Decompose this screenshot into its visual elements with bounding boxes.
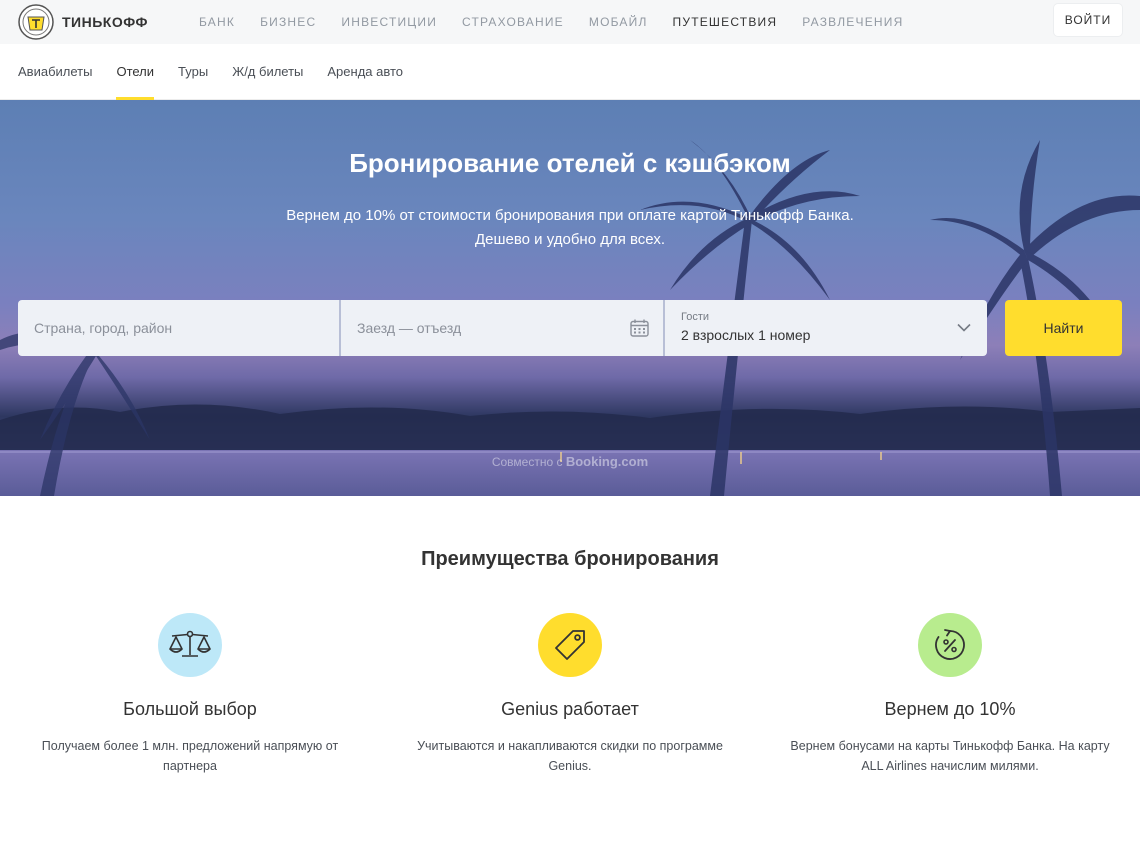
guests-value: 2 взрослых 1 номер xyxy=(681,327,811,343)
benefit-title: Вернем до 10% xyxy=(884,699,1016,719)
hotel-search-form: Гости 2 взрослых 1 номер Найти xyxy=(18,300,1122,356)
find-button[interactable]: Найти xyxy=(1005,300,1122,356)
benefit-title: Большой выбор xyxy=(123,699,257,719)
brand-logo[interactable]: ТИНЬКОФФ xyxy=(18,4,178,40)
percent-refresh-icon xyxy=(935,629,965,660)
tinkoff-emblem-icon xyxy=(18,4,54,40)
topnav-item-travel[interactable]: ПУТЕШЕСТВИЯ xyxy=(673,0,778,44)
partner-credit: Совместно с Booking.com xyxy=(0,454,1140,469)
calendar-icon[interactable] xyxy=(630,319,649,337)
brand-name: ТИНЬКОФФ xyxy=(62,14,148,30)
benefit-icon-bg xyxy=(158,613,222,677)
benefit-text: Учитываются и накапливаются скидки по пр… xyxy=(417,739,723,773)
login-button[interactable]: ВОЙТИ xyxy=(1054,4,1122,36)
top-bar: ТИНЬКОФФ БАНК БИЗНЕС ИНВЕСТИЦИИ СТРАХОВА… xyxy=(0,0,1140,44)
subnav-item-car-rental[interactable]: Аренда авто xyxy=(327,44,403,100)
hero-title: Бронирование отелей с кэшбэком xyxy=(349,148,791,178)
benefit-icon-bg xyxy=(538,613,602,677)
partner-name: Booking.com xyxy=(565,454,649,469)
dates-input[interactable] xyxy=(341,300,663,356)
hero-banner: Бронирование отелей с кэшбэком Вернем до… xyxy=(0,100,1140,496)
travel-subnav: Авиабилеты Отели Туры Ж/д билеты Аренда … xyxy=(0,44,1140,100)
topnav-item-insurance[interactable]: СТРАХОВАНИЕ xyxy=(462,0,564,44)
top-nav: БАНК БИЗНЕС ИНВЕСТИЦИИ СТРАХОВАНИЕ МОБАЙ… xyxy=(199,0,928,44)
hero-subtitle-line-1: Вернем до 10% от стоимости бронирования … xyxy=(286,207,854,224)
topnav-item-business[interactable]: БИЗНЕС xyxy=(260,0,316,44)
benefits-list: Большой выбор Получаем более 1 млн. пред… xyxy=(0,613,1140,776)
benefit-item: Genius работает Учитываются и накапливаю… xyxy=(380,613,760,776)
hero-subtitle-line-2: Дешево и удобно для всех. xyxy=(475,231,665,248)
chevron-down-icon[interactable] xyxy=(957,323,971,332)
benefits-title: Преимущества бронирования xyxy=(421,548,719,570)
topnav-item-mobile[interactable]: МОБАЙЛ xyxy=(589,0,648,44)
topnav-item-entertainment[interactable]: РАЗВЛЕЧЕНИЯ xyxy=(802,0,903,44)
topnav-item-bank[interactable]: БАНК xyxy=(199,0,235,44)
guests-label: Гости xyxy=(681,311,710,323)
subnav-item-trains[interactable]: Ж/д билеты xyxy=(232,44,303,100)
destination-field[interactable] xyxy=(18,300,341,356)
destination-input[interactable] xyxy=(18,300,339,356)
subnav-item-tours[interactable]: Туры xyxy=(178,44,208,100)
topnav-item-investments[interactable]: ИНВЕСТИЦИИ xyxy=(341,0,437,44)
partner-prefix: Совместно с xyxy=(491,455,563,469)
benefit-title: Genius работает xyxy=(501,699,639,719)
scales-icon xyxy=(169,630,211,657)
benefit-icon-bg xyxy=(918,613,982,677)
guests-select[interactable]: Гости 2 взрослых 1 номер xyxy=(665,300,987,356)
benefit-item: Большой выбор Получаем более 1 млн. пред… xyxy=(0,613,380,776)
subnav-item-hotels[interactable]: Отели xyxy=(116,44,154,100)
tag-icon xyxy=(555,630,585,660)
benefit-text: Получаем более 1 млн. предложений напрям… xyxy=(41,739,339,773)
dates-field[interactable] xyxy=(341,300,665,356)
benefit-text: Вернем бонусами на карты Тинькофф Банка.… xyxy=(790,739,1110,773)
subnav-item-flights[interactable]: Авиабилеты xyxy=(18,44,92,100)
benefit-item: Вернем до 10% Вернем бонусами на карты Т… xyxy=(760,613,1140,776)
hero-subtitle: Вернем до 10% от стоимости бронирования … xyxy=(0,204,1140,252)
